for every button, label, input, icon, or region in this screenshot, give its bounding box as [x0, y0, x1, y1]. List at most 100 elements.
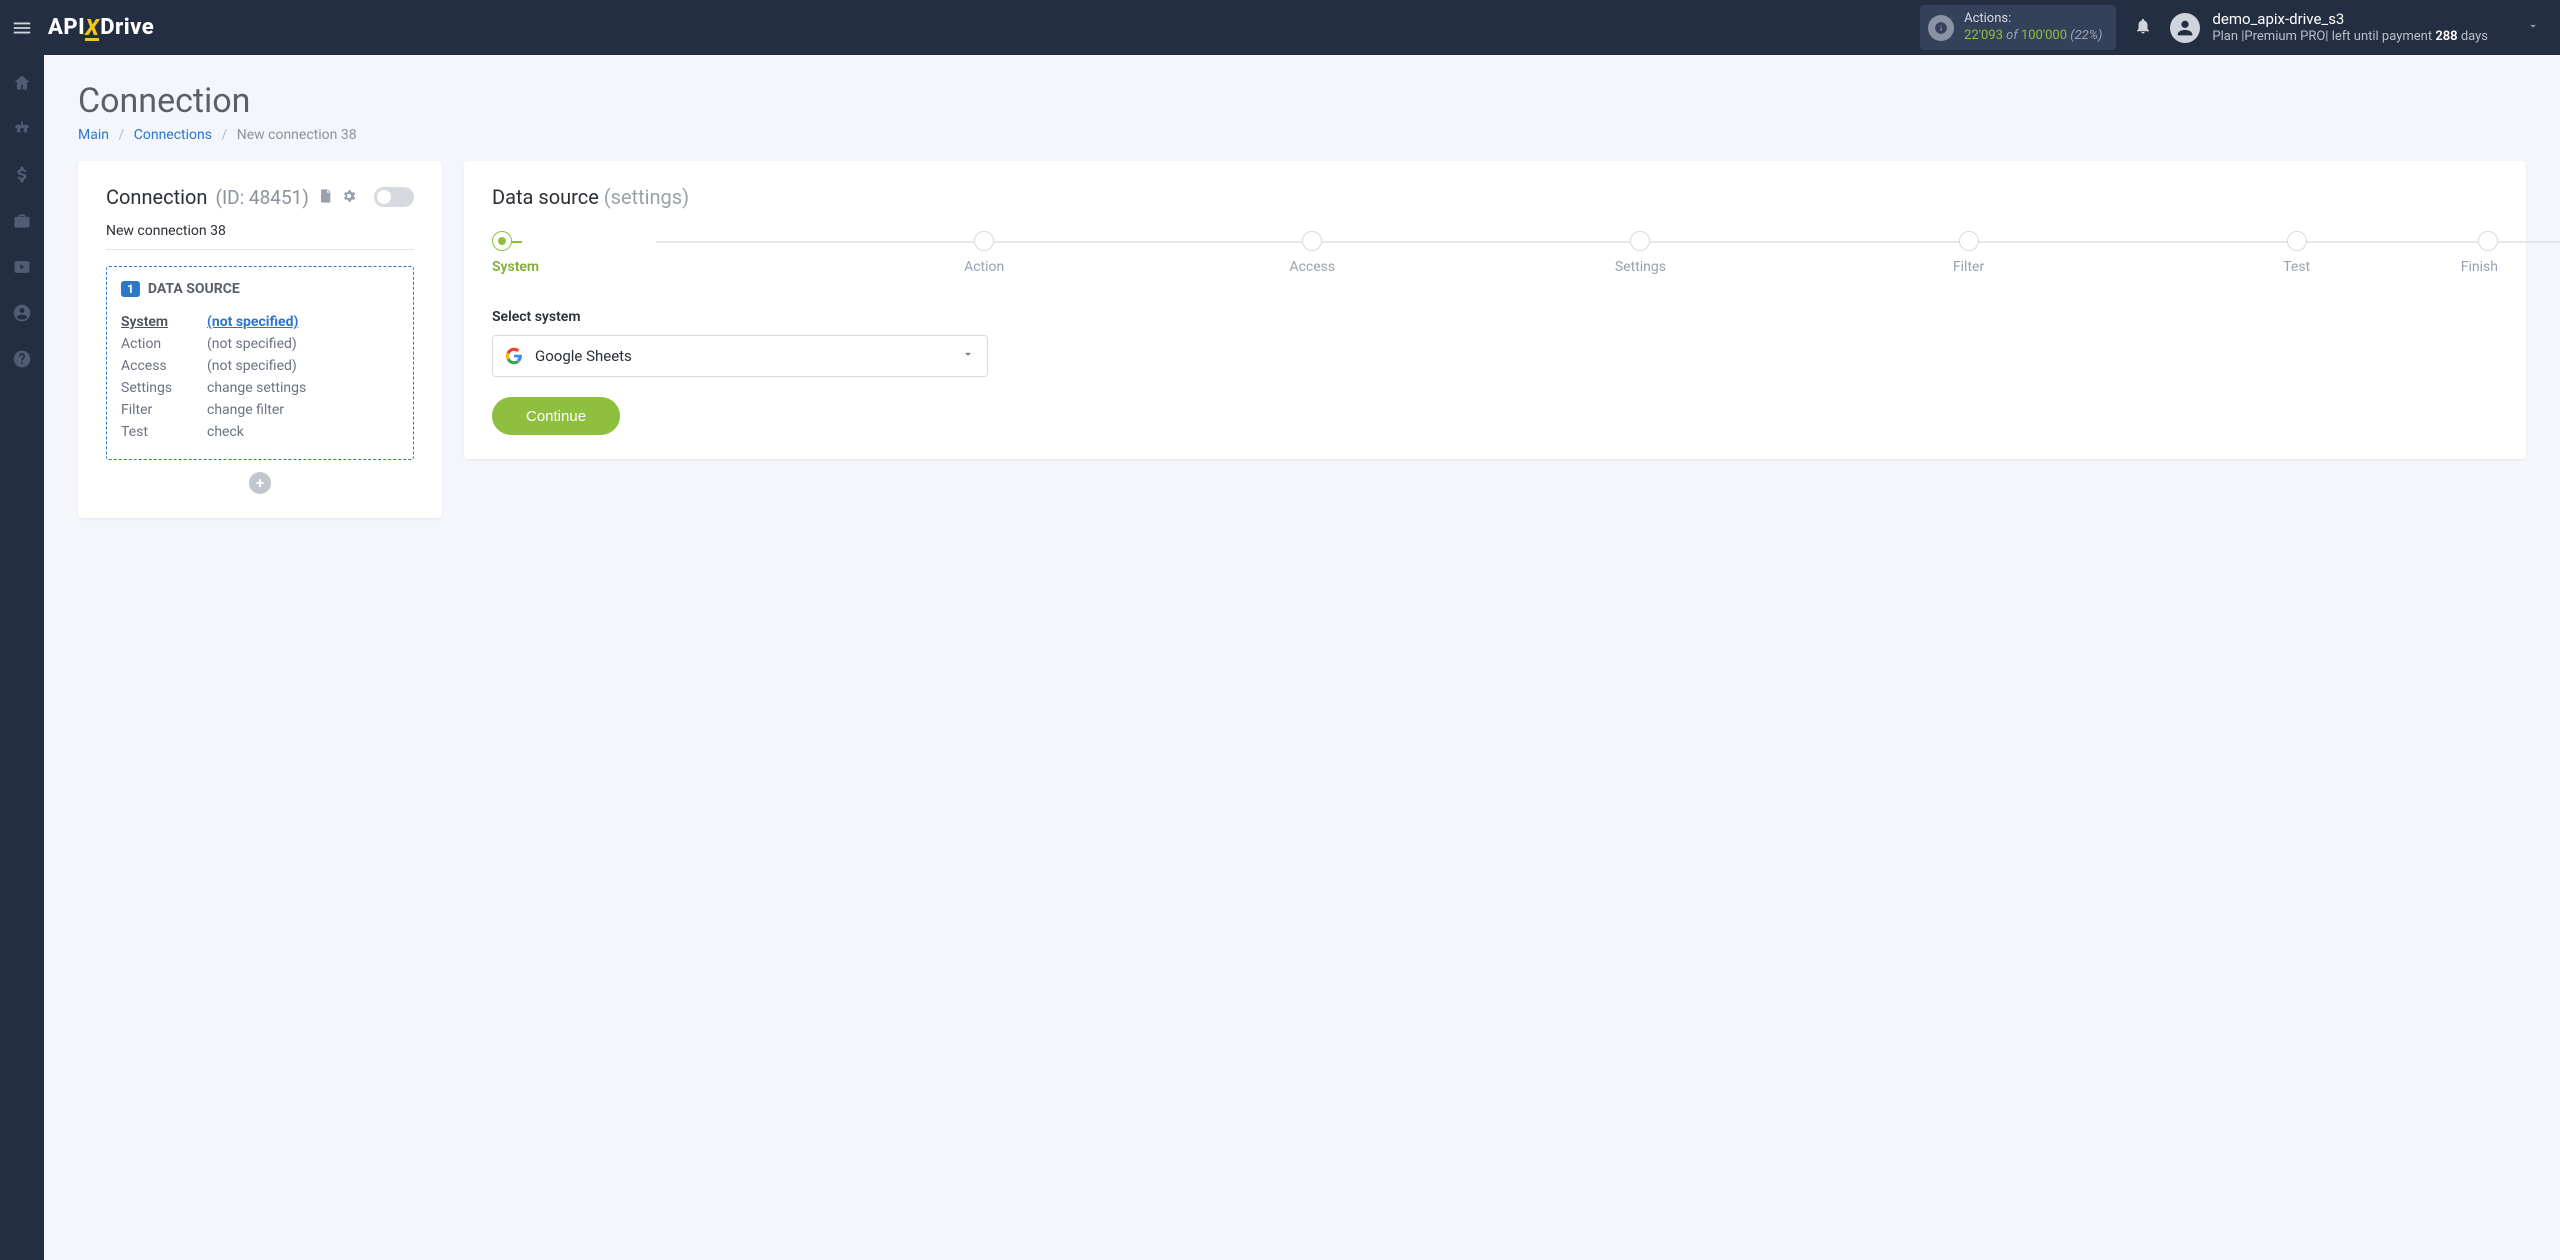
ds-step-label[interactable]: Access	[121, 358, 167, 374]
main-content: Connection Main / Connections / New conn…	[44, 55, 2560, 1260]
briefcase-icon	[12, 211, 32, 231]
user-icon	[2174, 17, 2196, 39]
sidebar-briefcase[interactable]	[12, 211, 32, 235]
actions-counter[interactable]: Actions: 22'093 of 100'000 (22%)	[1920, 5, 2116, 50]
youtube-icon	[12, 257, 32, 277]
add-destination-button[interactable]: +	[249, 472, 271, 494]
info-icon	[1928, 15, 1954, 41]
connection-toggle[interactable]	[374, 187, 414, 207]
wizard-panel: Data source (settings) System Action Acces…	[464, 161, 2526, 459]
ds-step-value[interactable]: change filter	[207, 402, 284, 418]
avatar	[2170, 13, 2200, 43]
file-icon	[317, 188, 333, 204]
ds-step-label[interactable]: Test	[121, 424, 148, 440]
user-name: demo_apix-drive_s3	[2212, 10, 2488, 29]
step-dot	[974, 231, 994, 251]
ds-step-value[interactable]: (not specified)	[207, 336, 297, 352]
breadcrumb-main[interactable]: Main	[78, 127, 109, 143]
actions-text: Actions: 22'093 of 100'000 (22%)	[1964, 11, 2102, 44]
connection-name[interactable]: New connection 38	[106, 223, 414, 250]
user-menu[interactable]: demo_apix-drive_s3 Plan |Premium PRO| le…	[2170, 10, 2540, 45]
dollar-icon	[12, 165, 32, 185]
continue-button[interactable]: Continue	[492, 397, 620, 435]
notifications-button[interactable]	[2134, 17, 2152, 39]
logo-part2: Drive	[100, 15, 154, 40]
ds-row[interactable]: Action (not specified)	[121, 333, 399, 355]
gear-icon	[341, 188, 357, 204]
ds-row[interactable]: Access (not specified)	[121, 355, 399, 377]
step-label: Access	[1289, 259, 1335, 275]
sidebar-billing[interactable]	[12, 165, 32, 189]
ds-step-label[interactable]: Settings	[121, 380, 172, 396]
breadcrumb-connections[interactable]: Connections	[134, 127, 212, 143]
step-label: Test	[2283, 259, 2310, 275]
sidebar-help[interactable]	[12, 349, 32, 373]
topbar: APIXDrive Actions: 22'093 of 100'000 (22…	[0, 0, 2560, 55]
step-test[interactable]: Test	[2133, 231, 2461, 275]
step-dot	[2478, 231, 2498, 251]
ds-step-label[interactable]: System	[121, 314, 168, 330]
ds-title: DATA SOURCE	[148, 281, 240, 297]
ds-row[interactable]: Test check	[121, 421, 399, 443]
sidebar	[0, 55, 44, 1260]
stepper: System Action Access Settings Filter Test Fini…	[492, 231, 2498, 275]
step-filter[interactable]: Filter	[1805, 231, 2133, 275]
ds-row[interactable]: Filter change filter	[121, 399, 399, 421]
step-label: System	[492, 259, 539, 275]
select-system-value: Google Sheets	[535, 347, 949, 365]
wizard-subtitle: (settings)	[604, 185, 689, 209]
app-logo[interactable]: APIXDrive	[48, 15, 154, 40]
connection-id: (ID: 48451)	[215, 186, 308, 209]
logo-x: X	[85, 20, 99, 41]
select-system-dropdown[interactable]: Google Sheets	[492, 335, 988, 377]
step-access[interactable]: Access	[1148, 231, 1476, 275]
home-icon	[12, 73, 32, 93]
sidebar-account[interactable]	[12, 303, 32, 327]
ds-step-label[interactable]: Action	[121, 336, 161, 352]
user-plan: Plan |Premium PRO| left until payment 28…	[2212, 29, 2488, 45]
ds-step-value[interactable]: (not specified)	[207, 314, 298, 330]
step-action[interactable]: Action	[820, 231, 1148, 275]
chevron-down-icon	[2526, 19, 2540, 37]
sidebar-video[interactable]	[12, 257, 32, 281]
step-dot	[1959, 231, 1979, 251]
step-dot	[1302, 231, 1322, 251]
sidebar-connections[interactable]	[12, 119, 32, 143]
menu-toggle-button[interactable]	[0, 0, 44, 55]
step-label: Finish	[2461, 259, 2498, 275]
page-title: Connection	[78, 81, 2526, 121]
connection-head-label: Connection	[106, 185, 207, 209]
hamburger-icon	[11, 17, 33, 39]
ds-number-badge: 1	[121, 281, 140, 297]
step-label: Filter	[1953, 259, 1984, 275]
step-label: Action	[964, 259, 1004, 275]
user-circle-icon	[12, 303, 32, 323]
user-text: demo_apix-drive_s3 Plan |Premium PRO| le…	[2212, 10, 2488, 45]
help-icon	[12, 349, 32, 369]
ds-step-label[interactable]: Filter	[121, 402, 152, 418]
ds-step-value[interactable]: (not specified)	[207, 358, 297, 374]
step-system[interactable]: System	[492, 231, 820, 275]
data-source-box: 1 DATA SOURCE System(not specified)Actio…	[106, 266, 414, 460]
step-label: Settings	[1615, 259, 1666, 275]
step-settings[interactable]: Settings	[1476, 231, 1804, 275]
step-dot	[492, 231, 512, 251]
logo-part1: API	[48, 15, 85, 40]
breadcrumb-current: New connection 38	[237, 127, 357, 143]
breadcrumb: Main / Connections / New connection 38	[78, 127, 2526, 143]
settings-button[interactable]	[341, 185, 357, 209]
ds-row[interactable]: System (not specified)	[121, 311, 399, 333]
google-logo-icon	[505, 347, 523, 365]
step-dot	[2287, 231, 2307, 251]
ds-step-value[interactable]: change settings	[207, 380, 306, 396]
select-system-label: Select system	[492, 309, 2498, 325]
connection-panel: Connection (ID: 48451) New connection 38…	[78, 161, 442, 518]
ds-step-value[interactable]: check	[207, 424, 244, 440]
step-dot	[1630, 231, 1650, 251]
ds-row[interactable]: Settings change settings	[121, 377, 399, 399]
wizard-title: Data source	[492, 185, 599, 209]
step-finish[interactable]: Finish	[2461, 231, 2498, 275]
sidebar-home[interactable]	[12, 73, 32, 97]
chevron-down-icon	[961, 347, 975, 365]
copy-button[interactable]	[317, 185, 333, 209]
